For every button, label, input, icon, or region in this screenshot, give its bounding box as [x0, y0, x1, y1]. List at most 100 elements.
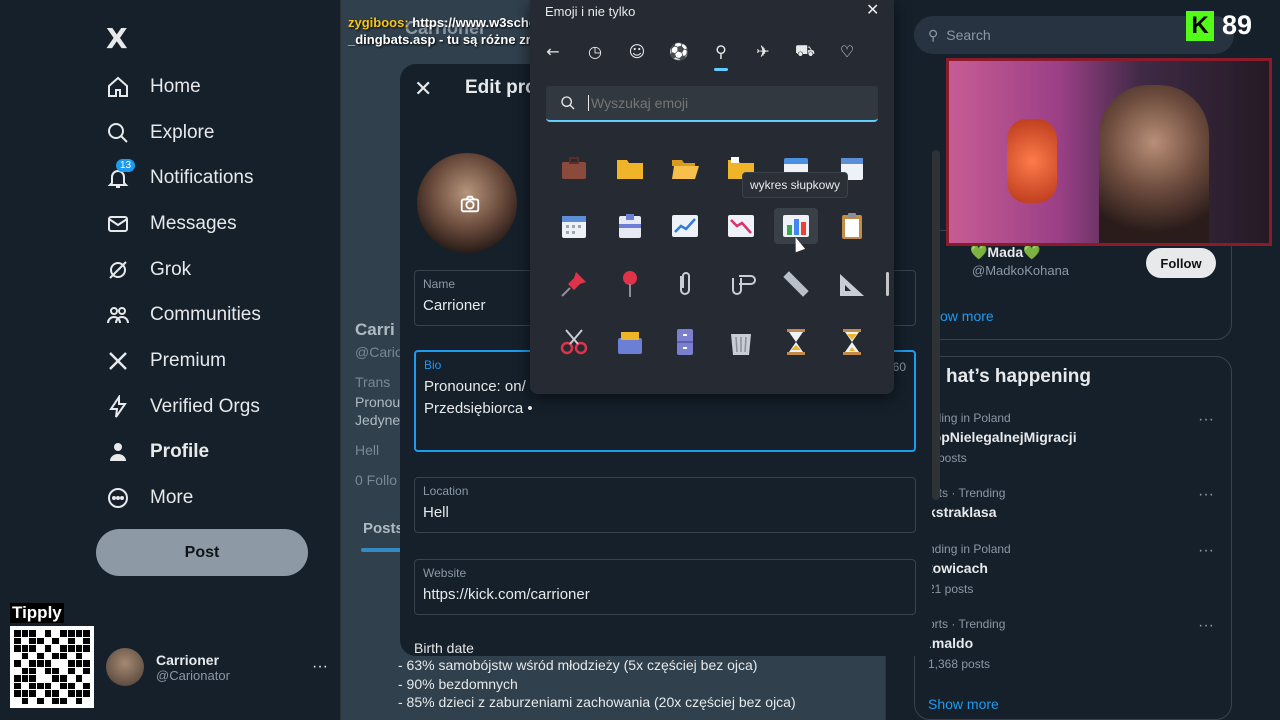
open-folder-icon[interactable]: [663, 150, 707, 186]
camera-icon[interactable]: [459, 193, 481, 215]
nav-grok[interactable]: Grok: [104, 247, 261, 293]
trend-meta: orts · Trending: [928, 617, 1006, 631]
trend-count: 21 posts: [928, 582, 974, 596]
trend-count: 1,368 posts: [928, 657, 991, 671]
nav-profile[interactable]: Profile: [104, 430, 261, 476]
more-dots-icon[interactable]: ···: [1198, 486, 1214, 504]
stream-caption: - 63% samobójstw wśród młodzieży (5x czę…: [398, 656, 796, 712]
emoji-search-field[interactable]: [546, 86, 878, 122]
file-cabinet-icon[interactable]: [663, 324, 707, 360]
car-icon[interactable]: ⛟: [792, 38, 818, 64]
clock-icon[interactable]: ◷: [582, 38, 608, 64]
nav-communities-label: Communities: [150, 304, 261, 326]
caption-line: - 85% dzieci z zaburzeniami zachowania (…: [398, 694, 796, 710]
modal-title: Edit pro: [465, 77, 537, 98]
hourglass-flowing-icon[interactable]: [830, 324, 874, 360]
location-field[interactable]: Location Hell: [414, 477, 916, 533]
tippy-label: Tipply: [10, 603, 64, 623]
webcam-toy: [1007, 119, 1057, 203]
nav-messages-label: Messages: [150, 212, 237, 234]
clipboard-icon[interactable]: [830, 208, 874, 244]
nav-home[interactable]: Home: [104, 64, 261, 110]
linked-paperclips-icon[interactable]: [719, 266, 763, 302]
caption-line: - 63% samobójstw wśród młodzieży (5x czę…: [398, 657, 758, 673]
card-index-icon[interactable]: [608, 208, 652, 244]
trend-item[interactable]: nding in Poland topNielegalnejMigracji 6…: [928, 411, 1228, 465]
nav-communities[interactable]: Communities: [104, 292, 261, 338]
website-field[interactable]: Website https://kick.com/carrioner: [414, 559, 916, 615]
kick-logo-icon: K: [1186, 10, 1214, 41]
nav-premium[interactable]: Premium: [104, 338, 261, 384]
x-icon: [104, 347, 132, 375]
notifications-badge: 13: [116, 159, 136, 173]
website-field-value: https://kick.com/carrioner: [423, 586, 590, 603]
trend-item[interactable]: nding in Poland towicach 21 posts ···: [928, 542, 1228, 596]
triangular-ruler-icon[interactable]: [830, 266, 874, 302]
ball-icon[interactable]: ⚽: [666, 38, 692, 64]
smiley-icon[interactable]: ☺: [624, 38, 650, 64]
nav-profile-label: Profile: [150, 441, 210, 463]
search-icon: ⚲: [928, 26, 939, 43]
pin-icon[interactable]: ⚲: [708, 38, 734, 71]
post-button[interactable]: Post: [96, 529, 308, 576]
more-dots-icon[interactable]: ···: [1198, 411, 1214, 429]
nav-notifications-label: Notifications: [150, 167, 254, 189]
heart-icon[interactable]: ♡: [834, 38, 860, 64]
nav-verified-orgs-label: Verified Orgs: [150, 395, 260, 417]
person-icon: [104, 438, 132, 466]
nav-notifications[interactable]: 13 Notifications: [104, 155, 261, 201]
briefcase-icon[interactable]: [552, 150, 596, 186]
plane-icon[interactable]: ✈: [750, 38, 776, 64]
envelope-icon: [104, 210, 132, 238]
more-dots-icon[interactable]: ···: [1198, 542, 1214, 560]
back-icon[interactable]: ←: [540, 38, 566, 64]
avatar[interactable]: [414, 150, 520, 256]
trend-item[interactable]: orts · Trending imaldo 1,368 posts ···: [928, 617, 1228, 671]
emoji-search-input[interactable]: [588, 95, 848, 111]
x-logo-icon[interactable]: X: [106, 22, 128, 55]
pushpin-icon[interactable]: [552, 266, 596, 302]
paperclip-icon[interactable]: [663, 266, 707, 302]
scissors-icon[interactable]: [552, 324, 596, 360]
trend-meta: nding in Poland: [928, 542, 1011, 556]
close-icon[interactable]: ✕: [866, 0, 879, 20]
webcam-person: [1099, 85, 1209, 243]
chat-user: zygiboos:: [348, 15, 409, 30]
webcam-overlay: [946, 58, 1272, 246]
chart-increasing-icon[interactable]: [663, 208, 707, 244]
nav-explore[interactable]: Explore: [104, 110, 261, 156]
hourglass-done-icon[interactable]: [774, 324, 818, 360]
card-file-box-icon[interactable]: [608, 324, 652, 360]
trend-item[interactable]: orts · Trending kstraklasa ···: [928, 486, 1228, 520]
nav-premium-label: Premium: [150, 349, 227, 371]
show-more-follow-link[interactable]: ow more: [940, 308, 994, 324]
trend-tag: towicach: [928, 560, 988, 576]
caption-line: - 90% bezdomnych: [398, 675, 518, 692]
trend-tag: kstraklasa: [928, 504, 997, 520]
modal-scrollbar[interactable]: [932, 150, 940, 500]
bio-field-line2: Przedsiębiorca •: [424, 400, 533, 417]
nav-explore-label: Explore: [150, 121, 215, 143]
account-switcher[interactable]: Carrioner @Carionator ···: [106, 648, 328, 686]
trend-count: 6 posts: [928, 451, 967, 465]
nav-messages[interactable]: Messages: [104, 201, 261, 247]
nav-grok-label: Grok: [150, 258, 192, 280]
folder-icon[interactable]: [608, 150, 652, 186]
nav-more[interactable]: More: [104, 475, 261, 521]
show-more-trends-link[interactable]: Show more: [928, 696, 999, 712]
round-pushpin-icon[interactable]: [608, 266, 652, 302]
more-dots-icon[interactable]: ···: [1198, 617, 1214, 635]
follow-button[interactable]: Follow: [1146, 248, 1216, 278]
kick-counter: K 89: [1186, 10, 1252, 41]
wastebasket-icon[interactable]: [719, 324, 763, 360]
chart-decreasing-icon[interactable]: [719, 208, 763, 244]
straight-ruler-icon[interactable]: [774, 266, 818, 302]
more-dots-icon[interactable]: ···: [312, 658, 328, 676]
birth-date-label[interactable]: Birth date: [414, 640, 474, 656]
calendar-icon[interactable]: [552, 208, 596, 244]
picker-scrollbar[interactable]: [886, 272, 889, 296]
trend-meta: orts · Trending: [928, 486, 1006, 500]
nav-verified-orgs[interactable]: Verified Orgs: [104, 384, 261, 430]
close-icon[interactable]: ✕: [414, 76, 432, 102]
screen: X Home Explore 13 Notifications Messages: [0, 0, 1280, 720]
